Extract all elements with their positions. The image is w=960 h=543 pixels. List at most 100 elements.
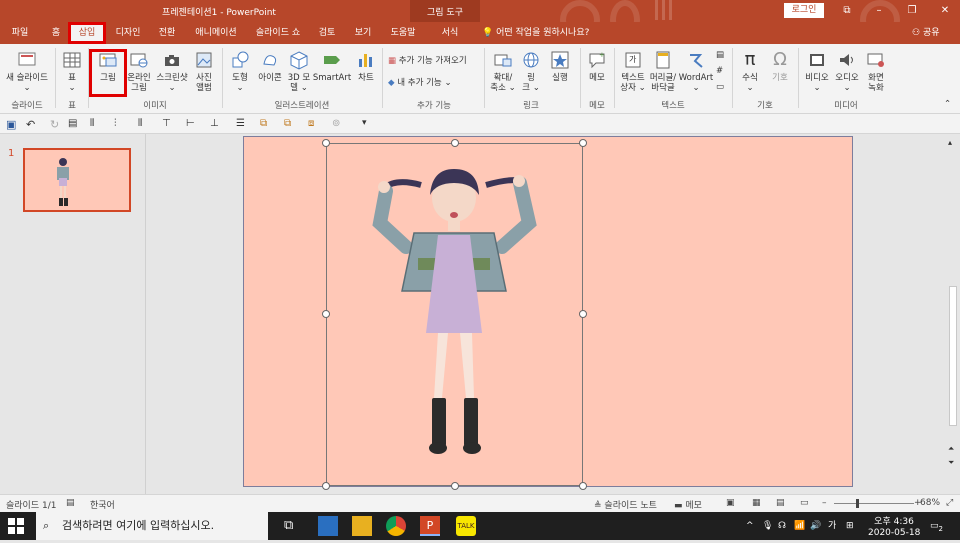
clock[interactable]: 오후 4:36 2020-05-18	[868, 514, 920, 542]
prev-slide-icon[interactable]: ⏶	[948, 444, 954, 454]
smartart-button[interactable]: SmartArt	[312, 50, 352, 83]
zoom-slider-thumb[interactable]	[856, 499, 859, 508]
screenshot-button[interactable]: 스크린샷 ⌄	[154, 50, 190, 93]
new-comment-button[interactable]: + 메모	[584, 50, 610, 83]
from-beginning-icon[interactable]: ▤	[68, 118, 79, 129]
tab-help[interactable]: 도움말	[384, 22, 422, 44]
chart-button[interactable]: 차트	[354, 50, 378, 83]
powerpoint-icon[interactable]: P	[420, 516, 440, 536]
my-addins-button[interactable]: ◆ 내 추가 기능 ⌄	[388, 76, 452, 88]
notification-center-icon[interactable]: ▭2	[930, 512, 943, 540]
wordart-button[interactable]: WordArt ⌄	[678, 50, 714, 93]
save-icon[interactable]: ▣	[6, 118, 17, 131]
next-slide-icon[interactable]: ⏷	[948, 458, 954, 468]
taskbar-search-box[interactable]: ⌕ 검색하려면 여기에 입력하십시오.	[36, 512, 268, 540]
ime-indicator[interactable]: 가	[828, 512, 836, 540]
get-addins-button[interactable]: ▦ 추가 기능 가져오기	[388, 54, 467, 66]
object-icon[interactable]: ▭	[716, 82, 724, 92]
scroll-up-icon[interactable]: ▴	[948, 138, 952, 147]
normal-view-icon[interactable]: ▣	[726, 498, 735, 508]
resize-handle-n[interactable]	[451, 139, 459, 147]
tab-home[interactable]: 홈	[42, 22, 70, 44]
windows-start-icon[interactable]	[8, 518, 24, 534]
undo-icon[interactable]: ↶	[26, 118, 37, 131]
login-button[interactable]: 로그인	[784, 3, 824, 18]
align-bottom-icon[interactable]: ⊥	[210, 118, 221, 129]
link-button[interactable]: 링크 ⌄	[520, 50, 542, 93]
tab-insert[interactable]: 삽입	[68, 22, 106, 44]
table-button[interactable]: 표 ⌄	[60, 50, 84, 93]
resize-handle-e[interactable]	[579, 310, 587, 318]
shapes-button[interactable]: 도형 ⌄	[226, 50, 254, 93]
redo-icon[interactable]: ↻	[50, 118, 61, 131]
resize-handle-w[interactable]	[322, 310, 330, 318]
ungroup-icon[interactable]: ⊚	[332, 118, 343, 129]
zoom-out-icon[interactable]: –	[822, 498, 827, 508]
tab-review[interactable]: 검토	[312, 22, 342, 44]
action-button[interactable]: 실행	[546, 50, 574, 83]
spellcheck-icon[interactable]: ▤	[66, 498, 75, 508]
align-middle-icon[interactable]: ⊢	[186, 118, 197, 129]
video-button[interactable]: 비디오 ⌄	[802, 50, 832, 93]
ribbon-display-options-icon[interactable]: ⧉	[838, 4, 856, 18]
photo-album-button[interactable]: 사진 앨범	[190, 50, 218, 93]
zoom-button[interactable]: 확대/축소 ⌄	[488, 50, 518, 93]
resize-handle-sw[interactable]	[322, 482, 330, 490]
microphone-icon[interactable]: 🎙	[762, 512, 773, 540]
resize-handle-s[interactable]	[451, 482, 459, 490]
resize-handle-ne[interactable]	[579, 139, 587, 147]
collapse-ribbon-icon[interactable]: ⌃	[944, 99, 951, 109]
file-explorer-icon[interactable]	[352, 516, 372, 536]
bring-forward-icon[interactable]: ⧉	[260, 118, 271, 129]
symbol-button[interactable]: Ω 기호	[766, 50, 794, 84]
header-footer-button[interactable]: 머리글/바닥글	[648, 50, 678, 93]
align-center-icon[interactable]: ⫶	[114, 118, 125, 129]
tab-view[interactable]: 보기	[348, 22, 378, 44]
ime-mode-icon[interactable]: ⊞	[846, 512, 854, 540]
resize-handle-se[interactable]	[579, 482, 587, 490]
fit-slide-icon[interactable]: ⤢	[946, 498, 953, 508]
share-button[interactable]: ⚇ 공유	[912, 22, 940, 44]
equation-button[interactable]: π 수식 ⌄	[736, 50, 764, 94]
slideshow-view-icon[interactable]: ▭	[800, 498, 809, 508]
icons-button[interactable]: 아이콘	[254, 50, 286, 83]
audio-button[interactable]: 오디오 ⌄	[832, 50, 862, 93]
online-picture-button[interactable]: 온라인 그림	[124, 50, 154, 93]
group-objects-icon[interactable]: ⧈	[308, 118, 319, 129]
task-view-icon[interactable]: ⧉	[284, 516, 304, 536]
distribute-icon[interactable]: ☰	[236, 118, 247, 129]
zoom-slider[interactable]	[834, 503, 914, 504]
customize-qat-icon[interactable]: ▾	[362, 118, 373, 129]
slide-thumbnail[interactable]	[23, 148, 131, 212]
tab-design[interactable]: 디자인	[110, 22, 146, 44]
minimize-icon[interactable]: –	[870, 4, 888, 18]
screen-recording-button[interactable]: 화면 녹화	[862, 50, 890, 93]
tab-format[interactable]: 서식	[432, 22, 468, 44]
comments-button[interactable]: ▬ 메모	[674, 498, 702, 511]
close-icon[interactable]: ✕	[936, 4, 954, 18]
restore-icon[interactable]: ❐	[903, 4, 921, 18]
language-indicator[interactable]: 한국어	[90, 498, 115, 511]
new-slide-button[interactable]: 새 슬라이드 ⌄	[2, 50, 52, 93]
3d-models-button[interactable]: 3D 모델 ⌄	[286, 50, 312, 93]
slide-number-icon[interactable]: #	[716, 66, 723, 76]
tab-file[interactable]: 파일	[4, 22, 36, 44]
align-right-icon[interactable]: ⫴	[138, 118, 149, 129]
chrome-icon[interactable]	[386, 516, 406, 536]
headset-icon[interactable]: ☊	[778, 512, 786, 540]
align-left-icon[interactable]: ⫴	[90, 118, 101, 129]
notes-button[interactable]: ≜ 슬라이드 노트	[594, 498, 657, 511]
network-icon[interactable]: 📶	[794, 512, 805, 540]
textbox-button[interactable]: 가 텍스트 상자 ⌄	[618, 50, 648, 93]
date-time-icon[interactable]: ▤	[716, 50, 724, 60]
tell-me-box[interactable]: 💡 어떤 작업을 원하시나요?	[482, 22, 589, 44]
volume-icon[interactable]: 🔊	[810, 512, 821, 540]
slide-sorter-icon[interactable]: ▦	[752, 498, 761, 508]
resize-handle-nw[interactable]	[322, 139, 330, 147]
zoom-level[interactable]: 68%	[920, 498, 940, 508]
reading-view-icon[interactable]: ▤	[776, 498, 785, 508]
align-top-icon[interactable]: ⊤	[162, 118, 173, 129]
tab-slideshow[interactable]: 슬라이드 쇼	[250, 22, 306, 44]
kakaotalk-icon[interactable]: TALK	[456, 516, 476, 536]
show-hidden-icons[interactable]: ^	[746, 512, 754, 540]
